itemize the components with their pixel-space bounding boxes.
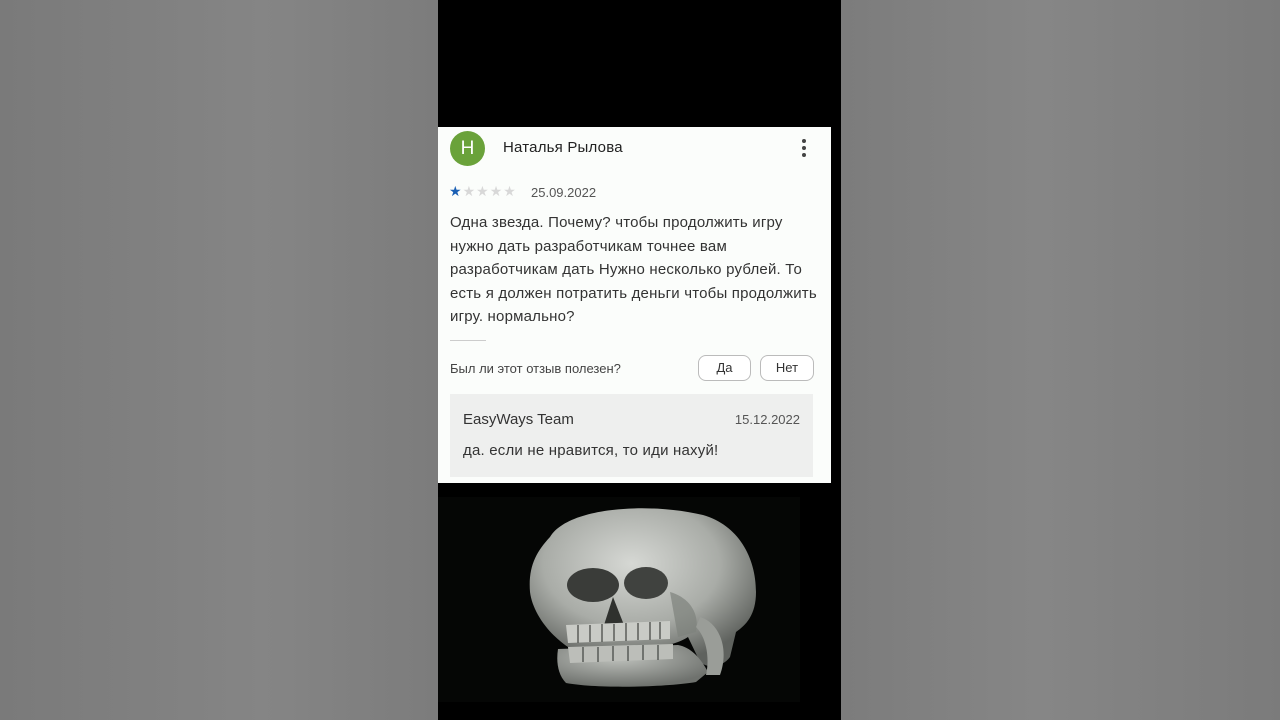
star-empty-icon: ★ xyxy=(489,183,504,199)
star-empty-icon: ★ xyxy=(462,183,477,199)
developer-reply: EasyWays Team 15.12.2022 да. если не нра… xyxy=(450,394,813,477)
star-rating: ★★★★★ xyxy=(449,184,517,198)
star-empty-icon: ★ xyxy=(476,183,490,199)
more-vert-icon[interactable] xyxy=(800,139,808,157)
reply-author: EasyWays Team xyxy=(463,411,574,428)
skull-image xyxy=(438,497,800,702)
reply-date: 15.12.2022 xyxy=(734,412,800,427)
review-card: Н Наталья Рылова ★★★★★ 25.09.2022 Одна з… xyxy=(438,127,831,483)
blurred-background-left xyxy=(0,0,438,720)
review-text: Одна звезда. Почему? чтобы продолжить иг… xyxy=(450,214,817,326)
star-empty-icon: ★ xyxy=(503,183,517,199)
skull-illustration xyxy=(529,508,756,687)
blurred-background-right xyxy=(841,0,1280,720)
star-filled-icon: ★ xyxy=(449,183,463,199)
helpful-question: Был ли этот отзыв полезен? xyxy=(450,361,621,376)
reply-text: да. если не нравится, то иди нахуй! xyxy=(463,442,719,459)
review-date: 25.09.2022 xyxy=(531,185,597,200)
video-frame: Н Наталья Рылова ★★★★★ 25.09.2022 Одна з… xyxy=(438,0,841,720)
divider xyxy=(450,340,486,341)
avatar: Н xyxy=(450,131,485,166)
helpful-no-button[interactable]: Нет xyxy=(760,355,814,381)
helpful-yes-button[interactable]: Да xyxy=(698,355,751,381)
reviewer-name: Наталья Рылова xyxy=(503,139,623,156)
